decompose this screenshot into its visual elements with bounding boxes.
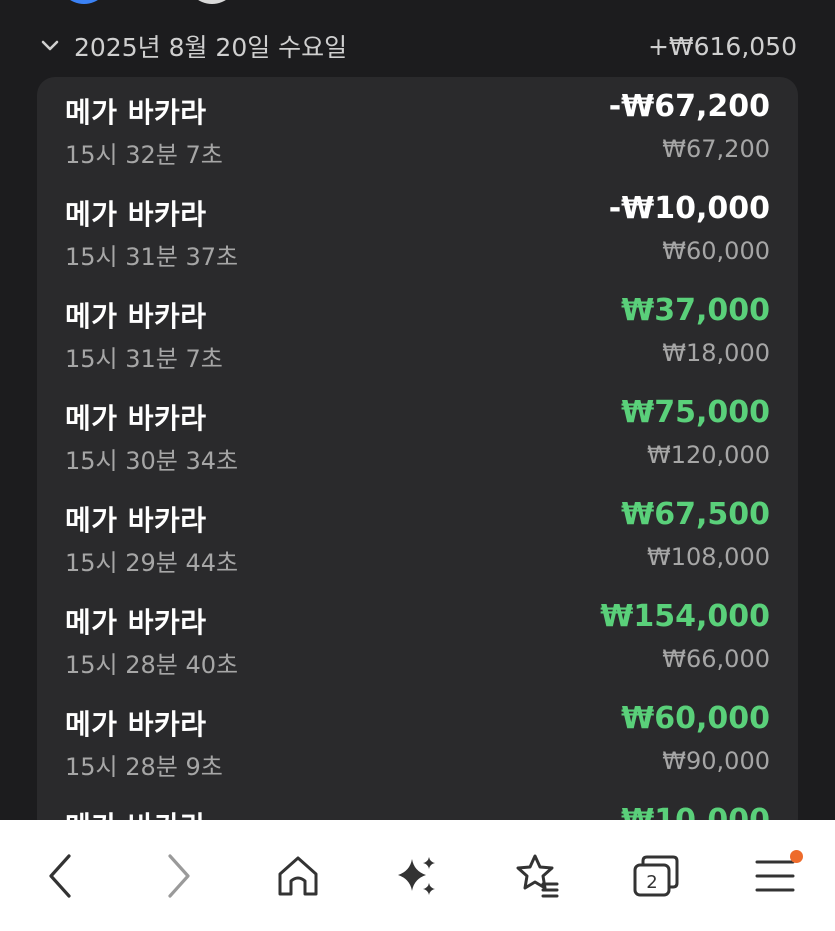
transaction-title: 메가 바카라 bbox=[65, 504, 207, 537]
back-button[interactable] bbox=[20, 836, 100, 916]
bookmark-star-icon bbox=[516, 854, 559, 897]
transaction-amount: ₩37,000 bbox=[621, 293, 770, 328]
transaction-title: 메가 바카라 bbox=[65, 198, 207, 231]
transaction-time: 15시 30분 34초 bbox=[65, 447, 239, 475]
list-item[interactable]: 메가 바카라 15시 32분 7초 -₩67,200 ₩67,200 bbox=[37, 77, 798, 179]
tabs-button[interactable]: 2 bbox=[616, 836, 696, 916]
sparkle-icon bbox=[398, 856, 436, 895]
tab-count: 2 bbox=[646, 872, 657, 893]
transaction-balance: ₩67,200 bbox=[662, 135, 770, 163]
transaction-amount: ₩75,000 bbox=[621, 395, 770, 430]
home-icon bbox=[278, 856, 318, 895]
transaction-amount: -₩10,000 bbox=[608, 191, 770, 226]
tabs-icon: 2 bbox=[633, 855, 679, 896]
forward-icon bbox=[168, 853, 190, 898]
transaction-amount: ₩60,000 bbox=[621, 701, 770, 736]
menu-icon bbox=[755, 860, 795, 891]
transaction-time: 15시 28분 9초 bbox=[65, 753, 223, 781]
chevron-down-icon[interactable] bbox=[38, 34, 62, 58]
transaction-title: 메가 바카라 bbox=[65, 606, 207, 639]
bookmarks-button[interactable] bbox=[497, 836, 577, 916]
avatar-blue[interactable] bbox=[58, 0, 110, 4]
transaction-title: 메가 바카라 bbox=[65, 402, 207, 435]
date-label: 2025년 8월 20일 수요일 bbox=[74, 33, 348, 62]
list-item[interactable]: 메가 바카라 15시 28분 40초 ₩154,000 ₩66,000 bbox=[37, 587, 798, 689]
home-button[interactable] bbox=[258, 836, 338, 916]
transaction-time: 15시 31분 37초 bbox=[65, 243, 239, 271]
transaction-time: 15시 28분 40초 bbox=[65, 651, 239, 679]
browser-bottom-navbar: 2 bbox=[0, 820, 835, 931]
transaction-balance: ₩120,000 bbox=[647, 441, 770, 469]
date-group-header[interactable]: 2025년 8월 20일 수요일 +₩616,050 bbox=[38, 26, 797, 66]
transaction-amount: ₩154,000 bbox=[600, 599, 770, 634]
transaction-balance: ₩66,000 bbox=[662, 645, 770, 673]
transaction-time: 15시 32분 7초 bbox=[65, 141, 223, 169]
back-icon bbox=[49, 853, 71, 898]
transaction-balance: ₩108,000 bbox=[647, 543, 770, 571]
notification-dot bbox=[790, 849, 804, 863]
list-item[interactable]: 메가 바카라 15시 30분 34초 ₩75,000 ₩120,000 bbox=[37, 383, 798, 485]
list-item[interactable]: 메가 바카라 15시 31분 37초 -₩10,000 ₩60,000 bbox=[37, 179, 798, 281]
avatar-gray[interactable] bbox=[186, 0, 238, 4]
transaction-balance: ₩90,000 bbox=[662, 747, 770, 775]
transaction-title: 메가 바카라 bbox=[65, 708, 207, 741]
list-item[interactable]: 메가 바카라 15시 31분 7초 ₩37,000 ₩18,000 bbox=[37, 281, 798, 383]
transaction-balance: ₩18,000 bbox=[662, 339, 770, 367]
transaction-title: 메가 바카라 bbox=[65, 300, 207, 333]
list-item[interactable]: 메가 바카라 15시 28분 9초 ₩60,000 ₩90,000 bbox=[37, 689, 798, 791]
menu-button[interactable] bbox=[735, 836, 815, 916]
top-avatars bbox=[58, 0, 288, 4]
ai-sparkle-button[interactable] bbox=[377, 836, 457, 916]
date-total: +₩616,050 bbox=[647, 31, 797, 61]
transaction-list: 메가 바카라 15시 32분 7초 -₩67,200 ₩67,200 메가 바카… bbox=[37, 77, 798, 837]
transaction-title: 메가 바카라 bbox=[65, 96, 207, 129]
transaction-time: 15시 31분 7초 bbox=[65, 345, 223, 373]
transaction-amount: -₩67,200 bbox=[608, 89, 770, 124]
transaction-time: 15시 29분 44초 bbox=[65, 549, 239, 577]
transaction-balance: ₩60,000 bbox=[662, 237, 770, 265]
list-item[interactable]: 메가 바카라 15시 29분 44초 ₩67,500 ₩108,000 bbox=[37, 485, 798, 587]
forward-button[interactable] bbox=[139, 836, 219, 916]
transaction-amount: ₩67,500 bbox=[621, 497, 770, 532]
